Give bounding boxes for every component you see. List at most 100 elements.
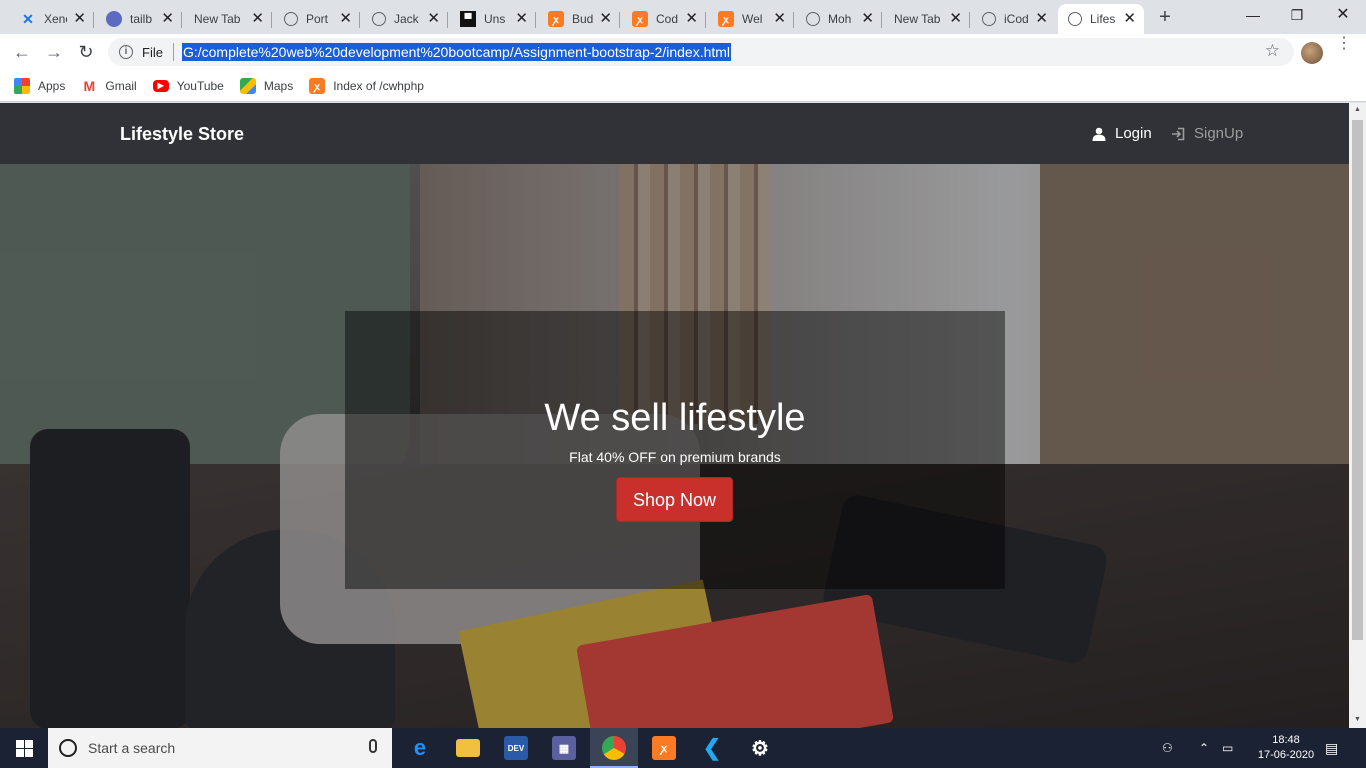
gmail-icon: M	[83, 77, 96, 94]
reload-button[interactable]: ↻	[73, 39, 99, 65]
file-explorer-icon	[456, 739, 480, 757]
new-tab-button[interactable]: +	[1154, 6, 1176, 28]
hero-banner: We sell lifestyle Flat 40% OFF on premiu…	[0, 164, 1349, 728]
tab-title: Cod	[656, 12, 679, 26]
browser-tab[interactable]: tailb ✕	[96, 4, 182, 34]
url-text[interactable]: G:/complete%20web%20development%20bootca…	[181, 43, 732, 61]
taskbar-chrome[interactable]	[590, 728, 638, 768]
close-tab-icon[interactable]: ✕	[949, 11, 962, 26]
close-tab-icon[interactable]: ✕	[861, 11, 874, 26]
back-button[interactable]: ←	[9, 39, 35, 65]
close-tab-icon[interactable]: ✕	[685, 11, 698, 26]
xampp-icon: ꭗ	[632, 11, 648, 27]
search-icon	[59, 739, 77, 757]
browser-tab[interactable]: Jack ✕	[362, 4, 448, 34]
tab-title: iCod	[1004, 12, 1029, 26]
info-icon[interactable]: i	[119, 45, 133, 59]
calculator-icon: ▦	[552, 736, 576, 760]
show-hidden-icons-icon[interactable]: ⌃	[1199, 728, 1209, 768]
site-brand-link[interactable]: Lifestyle Store	[120, 124, 244, 145]
xampp-icon: ꭗ	[718, 11, 734, 27]
settings-icon: ⚙	[751, 737, 769, 760]
globe-icon	[372, 12, 386, 26]
bookmark-maps[interactable]: Maps	[239, 77, 294, 94]
scroll-up-arrow-icon[interactable]: ▲	[1352, 106, 1363, 113]
address-bar[interactable]: i File G:/complete%20web%20development%2…	[108, 38, 1294, 66]
globe-icon	[806, 12, 820, 26]
chrome-icon	[602, 736, 626, 760]
hero-heading: We sell lifestyle	[544, 397, 806, 439]
bookmark-label: Gmail	[105, 78, 137, 93]
taskbar-clock[interactable]: 18:48 17-06-2020	[1252, 733, 1320, 763]
close-tab-icon[interactable]: ✕	[339, 11, 352, 26]
browser-tab[interactable]: ꭗ Cod ✕	[622, 4, 706, 34]
browser-tab[interactable]: Moh ✕	[796, 4, 882, 34]
browser-tab[interactable]: ꭗ Wel ✕	[708, 4, 794, 34]
signup-link[interactable]: SignUp	[1171, 125, 1243, 142]
signup-label: SignUp	[1194, 125, 1244, 142]
taskbar-vscode[interactable]: ❮	[688, 728, 736, 768]
browser-menu-icon[interactable]: ⋮	[1336, 36, 1352, 52]
scheme-label: File	[142, 44, 163, 60]
browser-tab[interactable]: iCod ✕	[972, 4, 1056, 34]
tailblocks-icon	[106, 11, 122, 27]
dev-tools-icon: DEV	[504, 736, 528, 760]
taskbar-search[interactable]: Start a search	[48, 728, 392, 768]
xampp-icon: ꭗ	[309, 77, 326, 94]
bookmark-label: Maps	[263, 78, 294, 93]
maximize-window-button[interactable]: ❐	[1274, 0, 1320, 30]
browser-toolbar: ← → ↻ i File G:/complete%20web%20develop…	[0, 34, 1366, 70]
taskbar-xampp[interactable]: ꭗ	[640, 728, 688, 768]
edge-icon: e	[413, 735, 427, 760]
bookmark-gmail[interactable]: M Gmail	[81, 77, 137, 94]
close-tab-icon[interactable]: ✕	[251, 11, 264, 26]
taskbar-file-explorer[interactable]	[444, 728, 492, 768]
bookmark-apps[interactable]: Apps	[14, 77, 65, 94]
minimize-window-button[interactable]: —	[1230, 0, 1276, 30]
youtube-icon: ▶	[152, 79, 169, 92]
login-link[interactable]: Login	[1092, 125, 1152, 142]
close-tab-icon[interactable]: ✕	[73, 11, 86, 26]
taskbar-dev[interactable]: DEV	[492, 728, 540, 768]
close-tab-icon[interactable]: ✕	[1035, 11, 1048, 26]
bookmark-label: Index of /cwhphp	[333, 78, 424, 93]
close-tab-icon[interactable]: ✕	[1123, 11, 1136, 26]
bookmark-youtube[interactable]: ▶ YouTube	[152, 79, 224, 93]
browser-tab[interactable]: Port ✕	[274, 4, 360, 34]
browser-tab[interactable]: New Tab ✕	[184, 4, 272, 34]
network-icon[interactable]: ▭	[1222, 728, 1233, 768]
tab-title: New Tab	[194, 12, 241, 26]
forward-button[interactable]: →	[41, 39, 67, 65]
bookmark-star-icon[interactable]: ☆	[1265, 41, 1280, 61]
browser-tab[interactable]: ꭗ Bud ✕	[538, 4, 620, 34]
taskbar-settings[interactable]: ⚙	[736, 728, 784, 768]
browser-tab-active[interactable]: Lifes ✕	[1058, 4, 1144, 34]
start-button[interactable]	[0, 728, 48, 768]
hero-subheading: Flat 40% OFF on premium brands	[569, 449, 781, 465]
tab-title: Moh	[828, 12, 852, 26]
close-tab-icon[interactable]: ✕	[427, 11, 440, 26]
taskbar-edge[interactable]: e	[396, 728, 444, 768]
notifications-icon[interactable]: ▤	[1325, 728, 1338, 768]
bookmark-index-cwhphp[interactable]: ꭗ Index of /cwhphp	[309, 77, 424, 94]
browser-tab[interactable]: ✕ Xeno ✕	[10, 4, 94, 34]
windows-taskbar: Start a search e DEV ▦ ꭗ ❮ ⚙ ⚇ ⌃ ▭ 18:48…	[0, 728, 1366, 768]
vscode-icon: ❮	[702, 735, 722, 760]
close-tab-icon[interactable]: ✕	[599, 11, 612, 26]
microphone-icon[interactable]	[369, 739, 377, 753]
people-icon[interactable]: ⚇	[1162, 728, 1173, 768]
browser-tab[interactable]: New Tab ✕	[884, 4, 970, 34]
scroll-down-arrow-icon[interactable]: ▼	[1352, 716, 1363, 723]
taskbar-calculator[interactable]: ▦	[540, 728, 588, 768]
tab-title: tailb	[130, 12, 153, 26]
profile-avatar[interactable]	[1301, 42, 1323, 64]
close-tab-icon[interactable]: ✕	[515, 11, 528, 26]
browser-tab[interactable]: ▀ Uns ✕	[450, 4, 536, 34]
scrollbar-thumb[interactable]	[1352, 120, 1363, 640]
close-tab-icon[interactable]: ✕	[161, 11, 174, 26]
page-viewport: Lifestyle Store Login SignUp We sell lif…	[0, 103, 1349, 728]
shop-now-button[interactable]: Shop Now	[616, 477, 733, 522]
close-tab-icon[interactable]: ✕	[773, 11, 786, 26]
bookmarks-bar: Apps M Gmail ▶ YouTube Maps ꭗ Index of /…	[0, 70, 1366, 102]
close-window-button[interactable]: ✕	[1320, 0, 1366, 30]
